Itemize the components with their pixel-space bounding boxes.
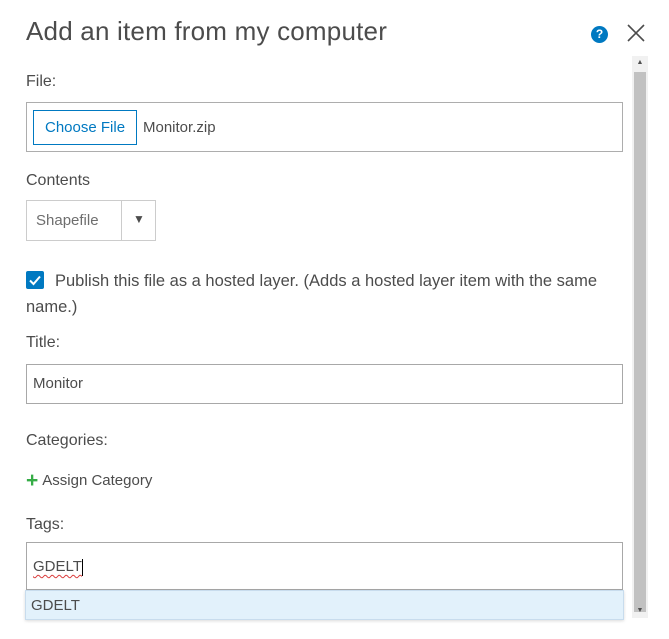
scrollbar[interactable]: ▲ ▼ (632, 56, 648, 618)
assign-category-button[interactable]: + Assign Category (26, 469, 152, 493)
selected-file-name: Monitor.zip (143, 119, 216, 136)
file-input[interactable]: Choose File Monitor.zip (26, 102, 623, 152)
scroll-up-arrow-icon[interactable]: ▲ (632, 56, 648, 70)
title-label: Title: (26, 334, 61, 351)
plus-icon: + (26, 469, 39, 492)
assign-category-label: Assign Category (42, 472, 153, 489)
scrollbar-thumb[interactable] (634, 72, 646, 612)
chevron-down-icon[interactable]: ▼ (133, 212, 145, 226)
file-label: File: (26, 73, 57, 90)
add-item-dialog: Add an item from my computer ? File: Cho… (0, 0, 669, 639)
dialog-title: Add an item from my computer (26, 16, 388, 46)
tags-input[interactable]: GDELT (26, 542, 623, 590)
contents-select[interactable]: Shapefile ▼ (26, 200, 156, 241)
scroll-down-arrow-icon[interactable]: ▼ (632, 604, 648, 618)
close-icon[interactable] (626, 23, 646, 43)
select-divider (121, 201, 122, 240)
question-icon[interactable]: ? (591, 26, 608, 43)
categories-label: Categories: (26, 432, 108, 449)
tag-suggestion-item[interactable]: GDELT (25, 590, 624, 620)
tags-label: Tags: (26, 516, 65, 533)
contents-label: Contents (26, 172, 91, 189)
title-input[interactable]: Monitor (26, 364, 623, 404)
text-caret (82, 559, 83, 576)
tags-input-value: GDELT (33, 558, 82, 575)
choose-file-button[interactable]: Choose File (33, 110, 138, 145)
contents-selected-value: Shapefile (36, 212, 99, 229)
publish-label: Publish this file as a hosted layer. (Ad… (26, 272, 598, 316)
